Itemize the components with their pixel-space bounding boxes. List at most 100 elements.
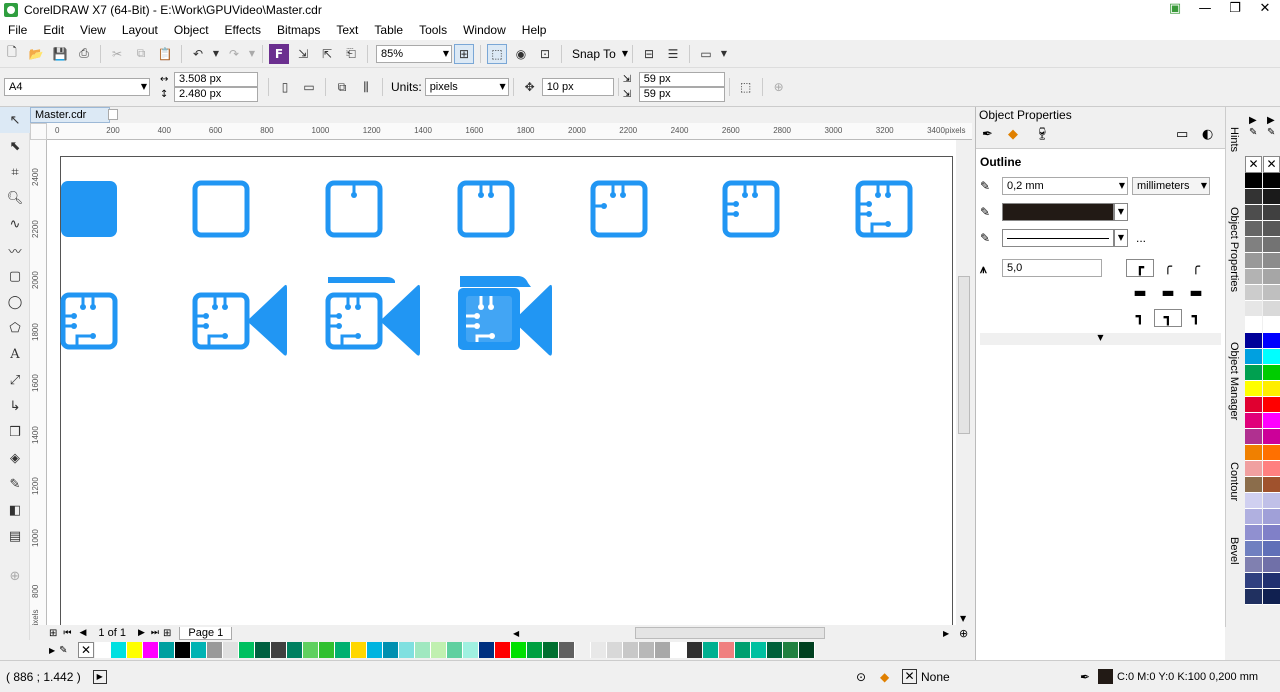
show-rulers-icon[interactable]: ◉ bbox=[511, 44, 531, 64]
polygon-tool-icon[interactable]: ⬠ bbox=[0, 315, 30, 341]
smart-fill-icon[interactable]: ▤ bbox=[0, 523, 30, 549]
palette-swatch[interactable] bbox=[559, 642, 575, 658]
palette-swatch-vertical[interactable] bbox=[1263, 413, 1280, 429]
zoom-fit-icon[interactable]: ⊞ bbox=[454, 43, 474, 64]
palette-swatch-vertical[interactable] bbox=[1245, 205, 1262, 221]
zoom-tool-icon[interactable]: 🔍︎ bbox=[0, 185, 30, 211]
minimize-button[interactable]: — bbox=[1190, 0, 1220, 18]
miter-limit-field[interactable]: 5,0 bbox=[1002, 259, 1102, 277]
chip-three-pins-icon[interactable] bbox=[590, 180, 648, 238]
interactive-fill-icon[interactable]: ◧ bbox=[0, 497, 30, 523]
welcome-screen-icon[interactable]: ⊟ bbox=[639, 44, 659, 64]
page-tab[interactable]: Page 1 bbox=[179, 626, 233, 640]
palette-swatch[interactable] bbox=[143, 642, 159, 658]
palette-swatch[interactable] bbox=[111, 642, 127, 658]
palette-swatch-vertical[interactable] bbox=[1263, 573, 1280, 589]
shape-tool-icon[interactable]: ⬉ bbox=[0, 133, 30, 159]
outline-square-icon[interactable] bbox=[192, 180, 250, 238]
palette-swatch[interactable] bbox=[367, 642, 383, 658]
palette-swatch-vertical[interactable] bbox=[1245, 365, 1262, 381]
document-tab[interactable]: Master.cdr bbox=[30, 107, 110, 123]
palette-swatch-vertical[interactable] bbox=[1245, 269, 1262, 285]
palette-flyout-icon[interactable]: ▶ bbox=[49, 646, 55, 655]
palette-eyedropper-icon[interactable]: ✎ bbox=[59, 645, 67, 656]
transparency-tab-icon[interactable]: 🍷︎ bbox=[1034, 127, 1051, 142]
options-icon[interactable]: ☰ bbox=[663, 44, 683, 64]
palette-scroll-up-icon[interactable]: ▶ bbox=[1249, 115, 1257, 126]
palette-swatch[interactable] bbox=[591, 642, 607, 658]
palette-swatch-vertical[interactable] bbox=[1245, 349, 1262, 365]
page-size-select[interactable]: A4 ▼ bbox=[4, 78, 150, 96]
palette-swatch[interactable] bbox=[719, 642, 735, 658]
palette-swatch-vertical[interactable] bbox=[1263, 301, 1280, 317]
position-outside-icon[interactable]: ┓ bbox=[1126, 309, 1154, 327]
corner-round-icon[interactable]: ╭ bbox=[1154, 259, 1182, 277]
visibility-icon[interactable]: ◐ bbox=[1202, 127, 1213, 142]
gpu-video-final-icon[interactable] bbox=[458, 276, 552, 356]
outline-color-dropdown-icon[interactable]: ▼ bbox=[1114, 203, 1128, 221]
palette-swatch-vertical[interactable] bbox=[1263, 461, 1280, 477]
palette-swatch[interactable] bbox=[495, 642, 511, 658]
palette-swatch-vertical[interactable] bbox=[1245, 493, 1262, 509]
cap-square-icon[interactable]: ▬ bbox=[1126, 285, 1154, 301]
all-pages-icon[interactable]: ⧉ bbox=[332, 77, 352, 97]
menu-edit[interactable]: Edit bbox=[35, 23, 72, 37]
palette-swatch-vertical[interactable] bbox=[1245, 509, 1262, 525]
crop-tool-icon[interactable]: ⌗ bbox=[0, 159, 30, 185]
palette-swatch-vertical[interactable] bbox=[1245, 429, 1262, 445]
outline-color-swatch[interactable] bbox=[1002, 203, 1114, 221]
palette-swatch-vertical[interactable] bbox=[1245, 413, 1262, 429]
palette-swatch[interactable] bbox=[511, 642, 527, 658]
outline-color-status-swatch[interactable] bbox=[1098, 669, 1113, 684]
line-style-dropdown-icon[interactable]: ▼ bbox=[1114, 229, 1128, 247]
corner-miter-icon[interactable]: ┏ bbox=[1126, 259, 1154, 277]
palette-swatch-vertical[interactable] bbox=[1263, 189, 1280, 205]
palette-swatch[interactable] bbox=[255, 642, 271, 658]
palette-swatch-vertical[interactable] bbox=[1245, 557, 1262, 573]
units-select[interactable]: pixels ▼ bbox=[424, 78, 509, 96]
palette-swatch-vertical[interactable] bbox=[1263, 397, 1280, 413]
quick-customize-tool-icon[interactable]: ⊕ bbox=[0, 563, 30, 589]
redo-dropdown-icon[interactable]: ▼ bbox=[248, 44, 256, 64]
palette-swatch[interactable] bbox=[415, 642, 431, 658]
drop-shadow-icon[interactable]: ❒ bbox=[0, 419, 30, 445]
new-tab-icon[interactable] bbox=[108, 109, 118, 120]
menu-tools[interactable]: Tools bbox=[411, 23, 455, 37]
palette-swatch[interactable] bbox=[335, 642, 351, 658]
side-tab-object-properties[interactable]: Object Properties bbox=[1228, 207, 1240, 292]
palette-swatch[interactable] bbox=[527, 642, 543, 658]
palette2-scroll-up-icon[interactable]: ▶ bbox=[1267, 115, 1275, 126]
palette-swatch-vertical[interactable] bbox=[1245, 381, 1262, 397]
palette-swatch-vertical[interactable] bbox=[1263, 317, 1280, 333]
chip-camera-frame-icon[interactable] bbox=[325, 277, 420, 356]
palette-swatch[interactable] bbox=[671, 642, 687, 658]
palette-swatch-vertical[interactable] bbox=[1263, 477, 1280, 493]
palette-swatch-vertical[interactable] bbox=[1245, 477, 1262, 493]
quick-customize-icon[interactable]: ⊕ bbox=[769, 77, 789, 97]
color-eyedropper-icon[interactable]: ✎ bbox=[0, 471, 30, 497]
palette-swatch-vertical[interactable] bbox=[1245, 301, 1262, 317]
menu-object[interactable]: Object bbox=[166, 23, 217, 37]
palette-swatch-vertical[interactable] bbox=[1263, 525, 1280, 541]
line-style-select[interactable] bbox=[1002, 229, 1114, 247]
nudge-distance-field[interactable]: 10 px bbox=[541, 78, 614, 96]
palette-swatch[interactable] bbox=[95, 642, 111, 658]
palette-swatch[interactable] bbox=[799, 642, 815, 658]
text-tool-icon[interactable]: A bbox=[0, 341, 30, 367]
palette-swatch[interactable] bbox=[463, 642, 479, 658]
palette-swatch[interactable] bbox=[159, 642, 175, 658]
feature-icon[interactable]: ▣ bbox=[1160, 0, 1190, 18]
palette-swatch[interactable] bbox=[207, 642, 223, 658]
palette-swatch[interactable] bbox=[271, 642, 287, 658]
palette-swatch-vertical[interactable] bbox=[1245, 285, 1262, 301]
palette-swatch-vertical[interactable] bbox=[1245, 525, 1262, 541]
side-tab-object-manager[interactable]: Object Manager bbox=[1228, 342, 1240, 420]
palette-swatch-vertical[interactable] bbox=[1245, 173, 1262, 189]
filled-square-icon[interactable] bbox=[61, 181, 117, 237]
palette-swatch-vertical[interactable] bbox=[1263, 509, 1280, 525]
menu-help[interactable]: Help bbox=[514, 23, 555, 37]
palette-swatch-vertical[interactable] bbox=[1263, 173, 1280, 189]
menu-view[interactable]: View bbox=[72, 23, 114, 37]
palette-swatch-vertical[interactable] bbox=[1245, 573, 1262, 589]
duplicate-x-field[interactable]: 59 px bbox=[638, 72, 725, 87]
